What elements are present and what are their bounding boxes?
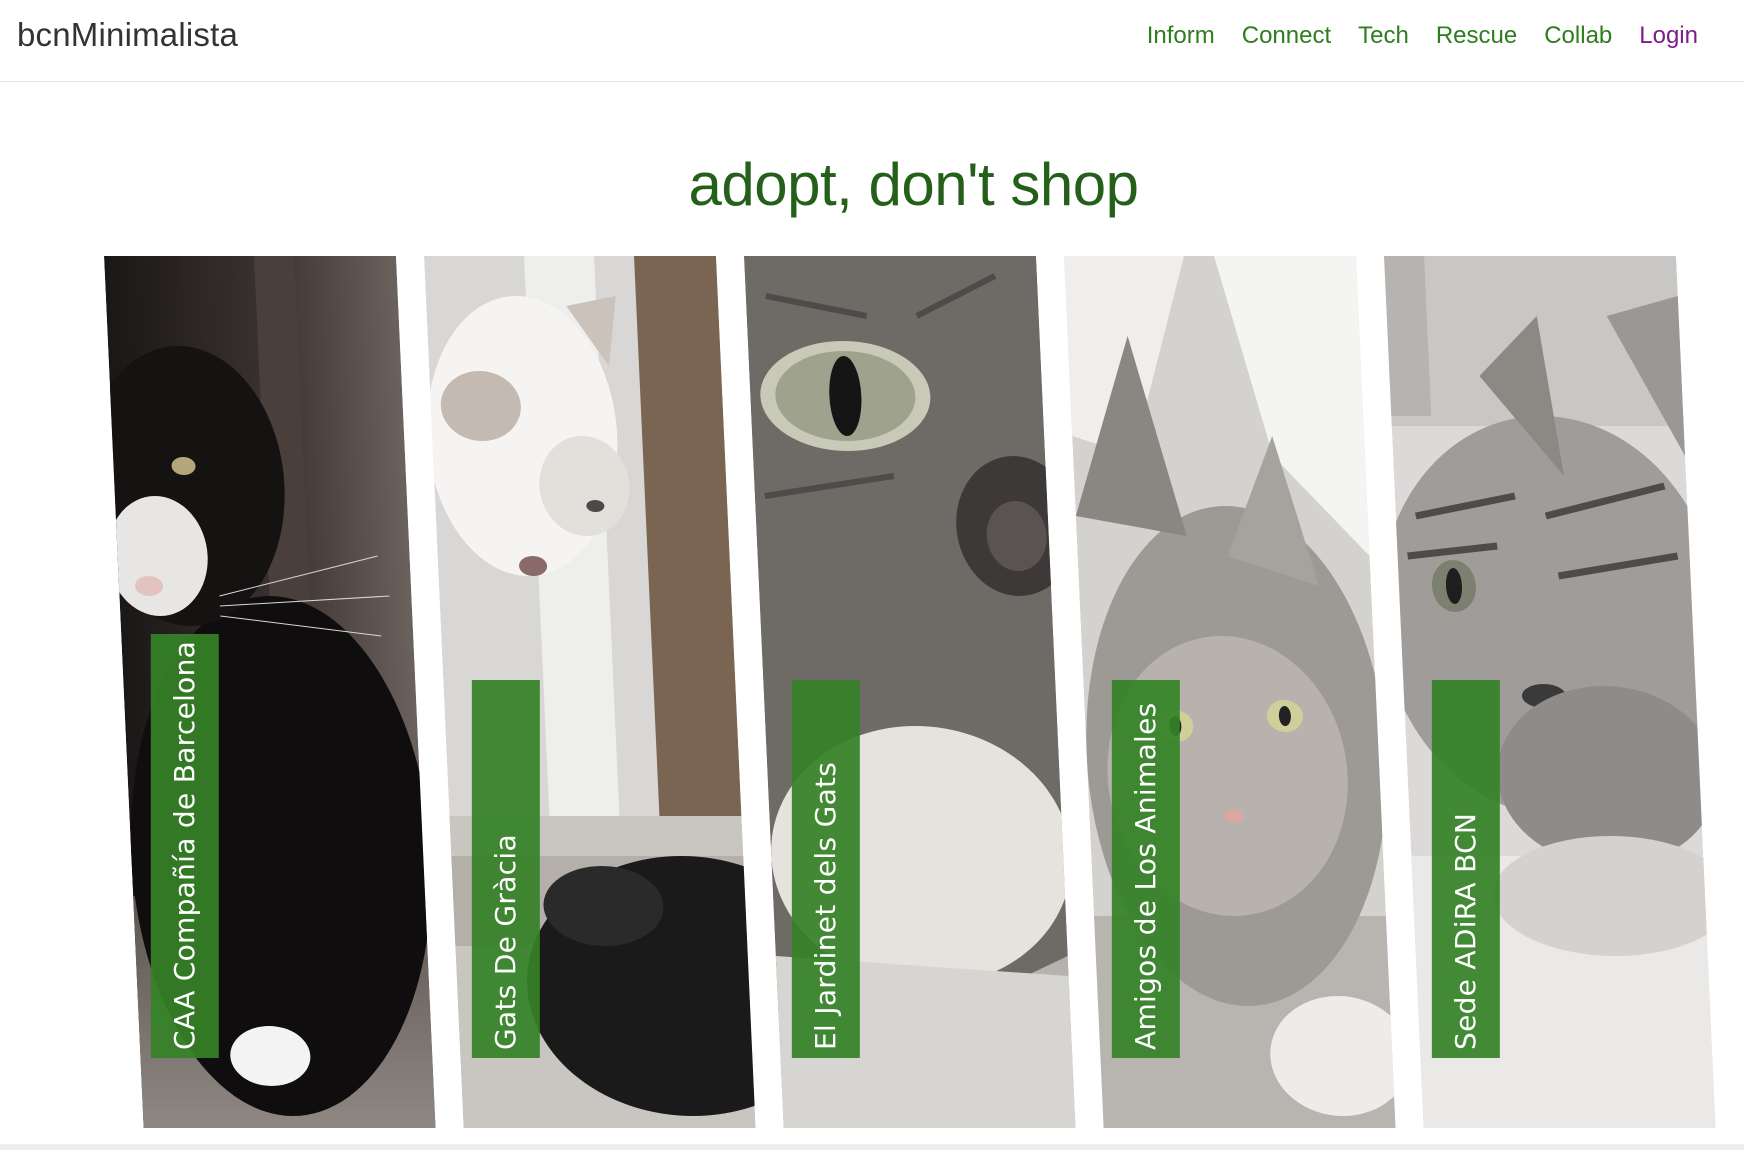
shelter-label-box: El Jardinet dels Gats: [791, 680, 860, 1058]
page-bottom-edge: [0, 1144, 1744, 1150]
shelter-card-amigos[interactable]: Amigos de Los Animales: [1064, 256, 1396, 1128]
shelter-name: El Jardinet dels Gats: [808, 761, 842, 1050]
shelter-label-box: Sede ADiRA BCN: [1431, 680, 1500, 1058]
shelter-name: Sede ADiRA BCN: [1448, 812, 1482, 1050]
shelter-name: CAA Compañía de Barcelona: [167, 640, 201, 1050]
shelter-label-box: Amigos de Los Animales: [1111, 680, 1180, 1058]
shelter-card-caa[interactable]: CAA Compañía de Barcelona: [104, 256, 436, 1128]
shelter-label-box: Gats De Gràcia: [471, 680, 540, 1058]
shelter-card-adira[interactable]: Sede ADiRA BCN: [1384, 256, 1716, 1128]
shelter-card-el-jardinet[interactable]: El Jardinet dels Gats: [744, 256, 1076, 1128]
shelter-name: Amigos de Los Animales: [1128, 702, 1162, 1050]
shelter-card-gats-de-gracia[interactable]: Gats De Gràcia: [424, 256, 756, 1128]
shelter-name: Gats De Gràcia: [488, 834, 522, 1050]
shelter-label-box: CAA Compañía de Barcelona: [150, 634, 219, 1058]
shelter-gallery: CAA Compañía de Barcelona Gats De Gràcia: [0, 0, 1744, 1150]
